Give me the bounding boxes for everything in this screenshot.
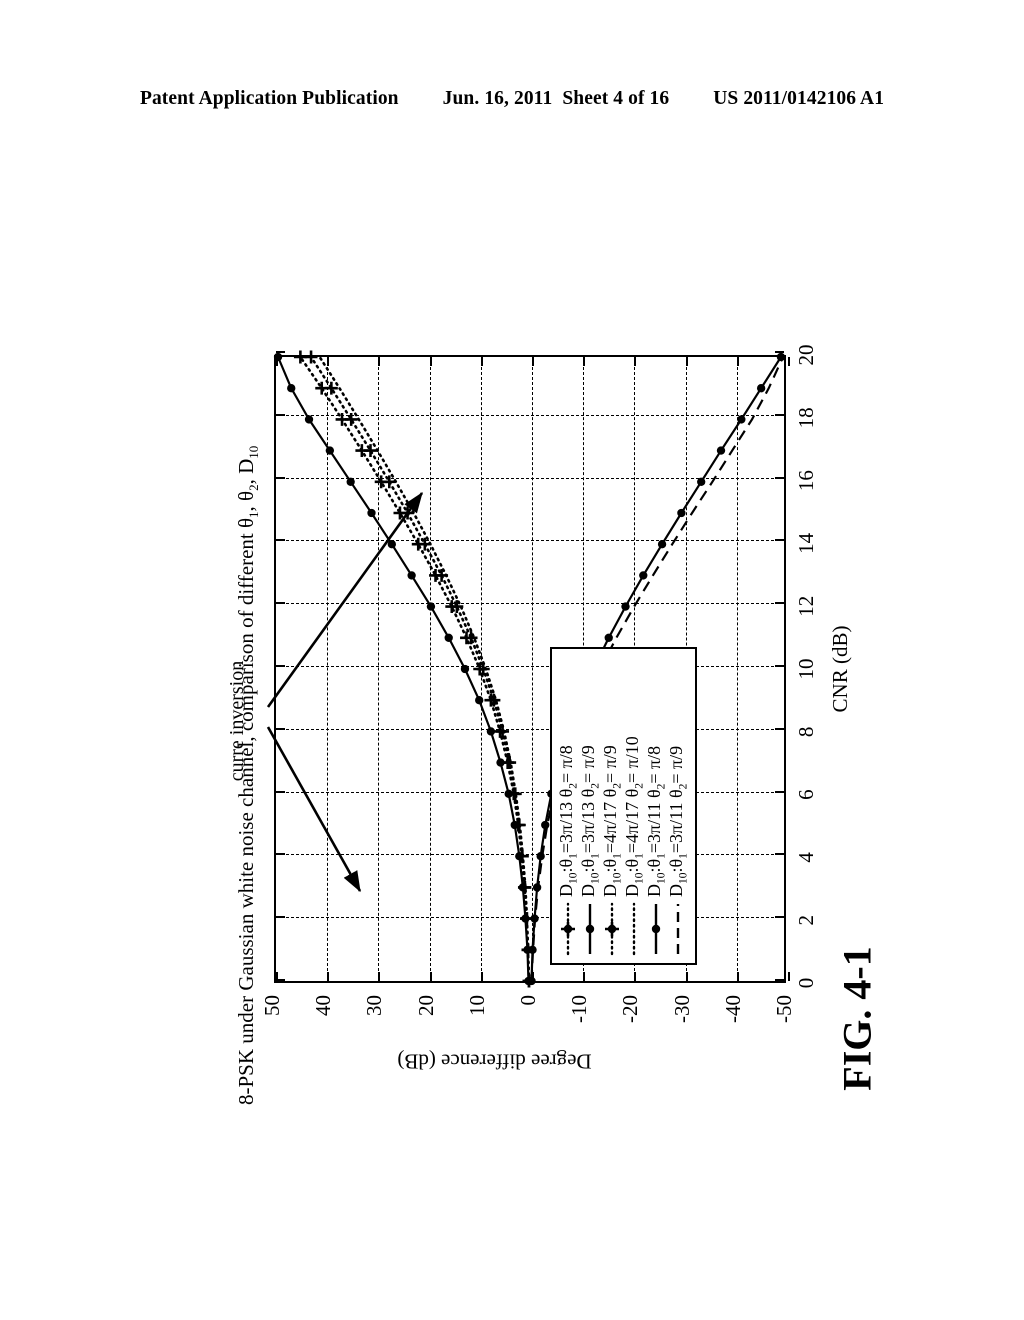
sheet-number: Sheet 4 of 16: [562, 88, 670, 109]
series-marker: [677, 508, 686, 518]
axis-tick: [775, 351, 784, 353]
x-tick-label: 16: [794, 470, 818, 492]
patent-header: Patent Application Publication Jun. 16, …: [0, 88, 1024, 110]
chart-series: [293, 350, 536, 988]
series-marker: [486, 727, 496, 736]
legend-line-sample: [651, 904, 661, 954]
legend-line-sample: [632, 902, 636, 956]
figure-stage: 8-PSK under Gaussian white noise channel…: [226, 345, 852, 1106]
x-tick-label: 2: [794, 914, 818, 926]
x-tick-label: 6: [794, 789, 818, 800]
x-tick-label: 20: [794, 344, 818, 366]
x-tick-label: 12: [794, 595, 818, 617]
y-tick-label: -50: [772, 995, 796, 1023]
series-marker: [657, 540, 667, 549]
x-tick-label: 14: [794, 532, 818, 554]
legend-label: D10:θ1=3π/11 θ2= π/9: [666, 745, 690, 897]
series-marker: [604, 633, 613, 642]
x-tick-label: 18: [794, 407, 818, 429]
series-marker: [387, 540, 396, 549]
series-marker: [407, 571, 416, 580]
annotation-label: curre inversion: [226, 660, 248, 782]
legend-item: D10:θ1=3π/13 θ2= π/8: [556, 656, 580, 956]
legend-item: D10:θ1=4π/17 θ2= π/9: [600, 656, 624, 956]
chart-series: [318, 355, 531, 983]
series-line: [318, 355, 531, 983]
series-marker: [367, 508, 376, 518]
series-marker: [621, 602, 630, 611]
series-marker: [697, 477, 706, 486]
series-marker: [716, 446, 726, 455]
series-marker: [304, 415, 314, 424]
legend-item: D10:θ1=4π/17 θ2= π/10: [622, 656, 646, 956]
series-line: [299, 355, 531, 983]
legend-label: D10:θ1=4π/17 θ2= π/9: [600, 745, 624, 897]
y-axis-title: Degree difference (dB): [397, 1049, 592, 1074]
legend-line-sample: [605, 902, 619, 956]
series-marker: [737, 415, 746, 424]
chart-series: [304, 350, 536, 988]
x-tick-label: 10: [794, 658, 818, 680]
publication-date: Jun. 16, 2011: [442, 88, 553, 109]
plot-area: [273, 350, 790, 988]
series-line: [277, 356, 530, 982]
series-marker: [444, 633, 453, 642]
legend-line-sample: [585, 904, 595, 954]
legend-marker: [585, 924, 595, 934]
series-marker: [503, 756, 517, 770]
series-marker: [304, 350, 318, 364]
x-tick-label: 4: [794, 852, 818, 863]
series-marker: [639, 571, 648, 580]
axis-tick: [276, 351, 285, 353]
series-marker: [325, 446, 335, 455]
axis-tick: [788, 972, 790, 981]
legend-marker: [561, 922, 575, 936]
legend-marker: [605, 922, 619, 936]
legend: D10:θ1=3π/13 θ2= π/8 D10:θ1=3π/13 θ2= π/9…: [550, 647, 697, 965]
series-marker: [460, 664, 470, 674]
legend-line-sample: [676, 904, 680, 954]
patent-number: US 2011/0142106 A1: [713, 88, 885, 109]
series-marker: [756, 384, 766, 393]
curve-layer: [273, 350, 786, 988]
x-tick-label: 8: [794, 726, 818, 738]
series-marker: [475, 696, 484, 705]
series-marker: [541, 820, 550, 830]
chart-series: [273, 352, 533, 986]
legend-item: D10:θ1=3π/11 θ2= π/9: [666, 656, 690, 956]
series-marker: [426, 602, 436, 611]
series-marker: [273, 352, 283, 362]
legend-item: D10:θ1=3π/13 θ2= π/9: [578, 656, 602, 956]
legend-label: D10:θ1=4π/17 θ2= π/10: [622, 736, 646, 897]
legend-marker: [651, 924, 661, 934]
figure-caption: FIG. 4-1: [834, 946, 880, 1091]
publication-label: Patent Application Publication: [139, 88, 399, 109]
legend-label: D10:θ1=3π/13 θ2= π/9: [578, 745, 602, 897]
legend-line-sample: [561, 902, 575, 956]
series-marker: [287, 384, 296, 393]
x-tick-label: 0: [794, 977, 818, 989]
legend-item: D10:θ1=3π/11 θ2= π/8: [644, 656, 668, 956]
series-line: [309, 355, 531, 983]
series-marker: [346, 477, 355, 486]
legend-label: D10:θ1=3π/13 θ2= π/8: [556, 745, 580, 897]
series-marker: [401, 506, 415, 520]
axis-tick: [788, 357, 790, 366]
legend-label: D10:θ1=3π/11 θ2= π/8: [644, 745, 668, 897]
